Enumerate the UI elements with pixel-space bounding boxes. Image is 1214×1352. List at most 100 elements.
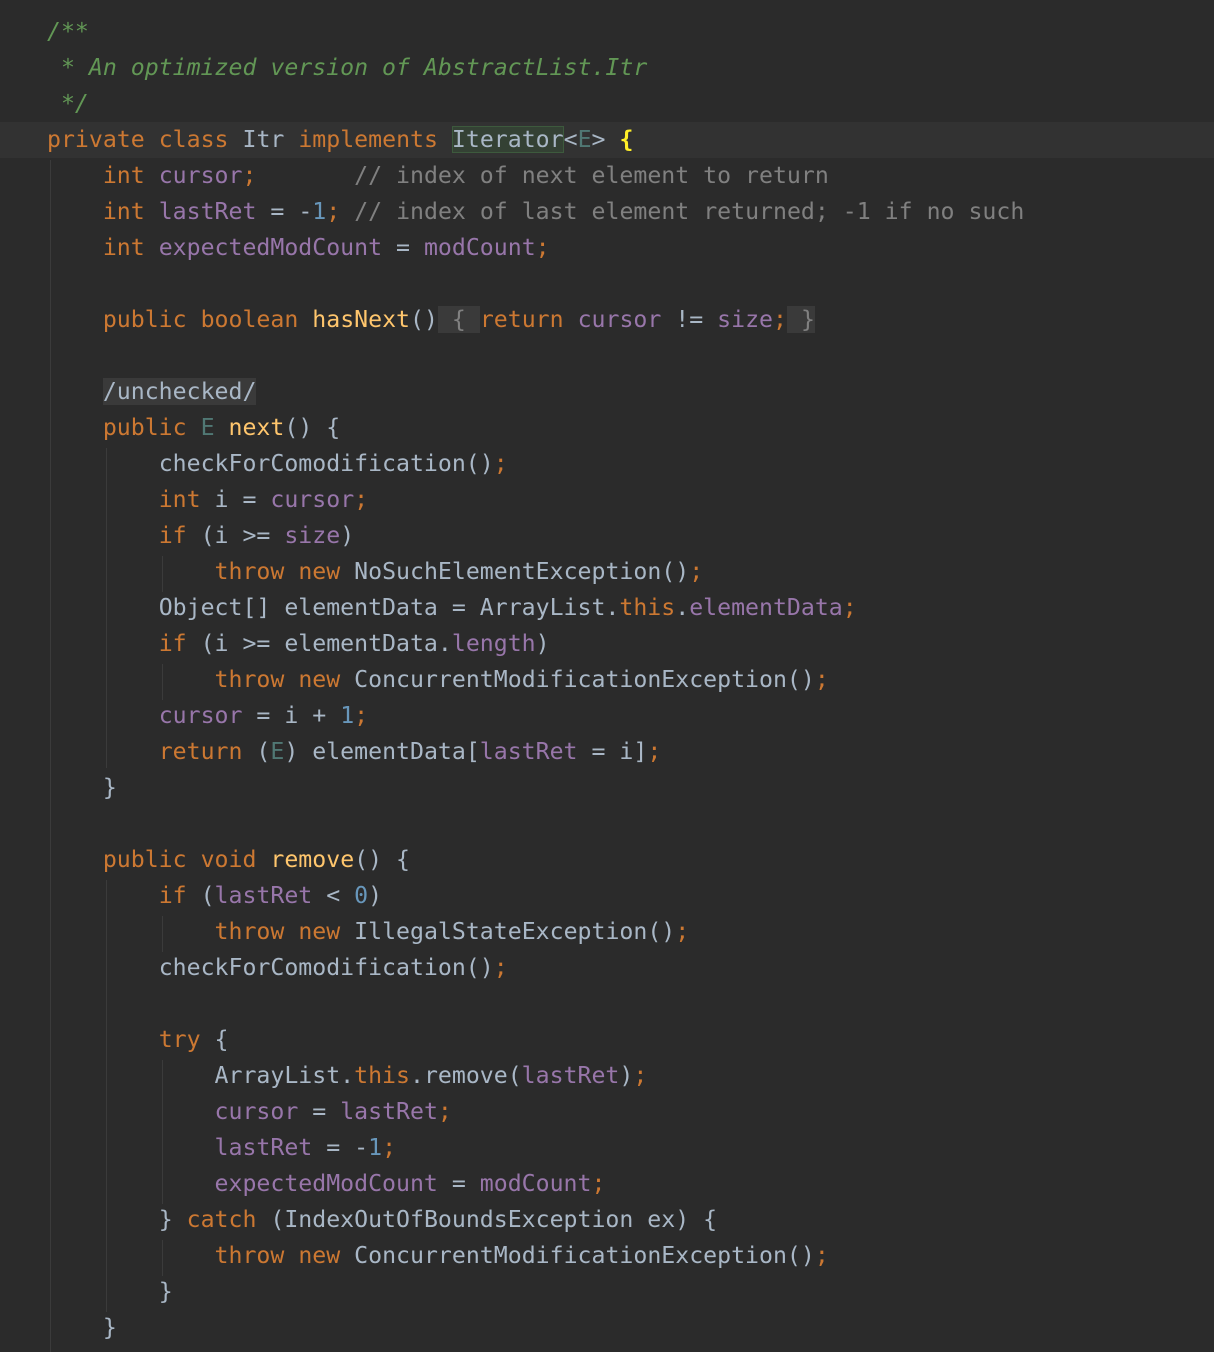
field-reference[interactable]: lastRet bbox=[215, 1134, 313, 1161]
code-line[interactable]: checkForComodification(); bbox=[0, 446, 1214, 482]
code-line[interactable]: throw new ConcurrentModificationExceptio… bbox=[0, 1238, 1214, 1274]
code-line[interactable]: lastRet = -1; bbox=[0, 1130, 1214, 1166]
paren: ( bbox=[186, 882, 215, 909]
field-reference[interactable]: expectedModCount bbox=[215, 1170, 438, 1197]
code-line[interactable]: if (lastRet < 0) bbox=[0, 878, 1214, 914]
method-call[interactable]: .remove( bbox=[410, 1062, 522, 1089]
field-reference[interactable]: length bbox=[452, 630, 536, 657]
folded-brace-open[interactable]: { bbox=[437, 306, 480, 333]
expression: (i >= bbox=[186, 522, 285, 549]
field-reference[interactable]: modCount bbox=[480, 1170, 592, 1197]
code-line[interactable]: } bbox=[0, 770, 1214, 806]
current-code-line[interactable]: private class Itr implements Iterator<E>… bbox=[0, 122, 1214, 158]
exception-constructor[interactable]: ConcurrentModificationException() bbox=[354, 1242, 815, 1269]
field-reference[interactable]: size bbox=[717, 306, 773, 333]
number-literal: 0 bbox=[354, 882, 369, 909]
number-literal: 1 bbox=[340, 702, 355, 729]
parentheses: () { bbox=[354, 846, 410, 873]
method-call[interactable]: checkForComodification() bbox=[159, 450, 494, 477]
field-reference[interactable]: size bbox=[284, 522, 340, 549]
field-reference[interactable]: lastRet bbox=[215, 882, 313, 909]
code-line[interactable]: * An optimized version of AbstractList.I… bbox=[0, 50, 1214, 86]
keyword-new: new bbox=[298, 1242, 341, 1269]
code-line[interactable]: try { bbox=[0, 1022, 1214, 1058]
keyword-throw: throw bbox=[214, 666, 285, 693]
code-line[interactable]: checkForComodification(); bbox=[0, 950, 1214, 986]
matched-brace[interactable]: { bbox=[619, 126, 633, 153]
code-line[interactable]: expectedModCount = modCount; bbox=[0, 1166, 1214, 1202]
field-name[interactable]: lastRet bbox=[159, 198, 257, 225]
field-reference[interactable]: cursor bbox=[159, 702, 243, 729]
code-line[interactable]: public boolean hasNext() { return cursor… bbox=[0, 302, 1214, 338]
field-name[interactable]: expectedModCount bbox=[159, 234, 382, 261]
operator: - bbox=[298, 198, 313, 225]
exception-constructor[interactable]: IllegalStateException() bbox=[354, 918, 675, 945]
code-line[interactable]: public void remove() { bbox=[0, 842, 1214, 878]
semicolon: ; bbox=[647, 738, 662, 765]
keyword-return: return bbox=[158, 738, 243, 765]
semicolon: ; bbox=[382, 1134, 397, 1161]
operator: = bbox=[437, 1170, 480, 1197]
operator: - bbox=[354, 1134, 369, 1161]
field-reference[interactable]: cursor bbox=[215, 1098, 299, 1125]
code-line[interactable]: int i = cursor; bbox=[0, 482, 1214, 518]
code-line[interactable]: if (i >= size) bbox=[0, 518, 1214, 554]
code-line[interactable]: /** bbox=[0, 14, 1214, 50]
expression: ) elementData[ bbox=[284, 738, 480, 765]
keyword-implements: implements bbox=[298, 126, 438, 153]
closing-brace: } bbox=[158, 1278, 173, 1305]
class-name[interactable]: Itr bbox=[242, 126, 284, 153]
field-reference[interactable]: cursor bbox=[578, 306, 662, 333]
code-line[interactable]: if (i >= elementData.length) bbox=[0, 626, 1214, 662]
exception-constructor[interactable]: NoSuchElementException() bbox=[354, 558, 689, 585]
code-line[interactable]: cursor = i + 1; bbox=[0, 698, 1214, 734]
method-name[interactable]: next bbox=[229, 414, 285, 441]
semicolon: ; bbox=[814, 1242, 829, 1269]
closing-brace: } bbox=[102, 774, 117, 801]
paren: ) bbox=[340, 522, 355, 549]
folded-brace-close[interactable]: } bbox=[786, 306, 815, 333]
operator: = bbox=[382, 234, 424, 261]
keyword-int: int bbox=[102, 198, 145, 225]
method-name[interactable]: remove bbox=[270, 846, 354, 873]
field-reference[interactable]: modCount bbox=[424, 234, 536, 261]
expression: ArrayList. bbox=[214, 1062, 355, 1089]
code-line[interactable]: ArrayList.this.remove(lastRet); bbox=[0, 1058, 1214, 1094]
method-call[interactable]: checkForComodification() bbox=[159, 954, 494, 981]
exception-constructor[interactable]: ConcurrentModificationException() bbox=[354, 666, 815, 693]
paren: ) bbox=[535, 630, 550, 657]
code-line[interactable]: int cursor; // index of next element to … bbox=[0, 158, 1214, 194]
code-line[interactable]: throw new IllegalStateException(); bbox=[0, 914, 1214, 950]
field-reference[interactable]: lastRet bbox=[522, 1062, 620, 1089]
code-line[interactable]: public E next() { bbox=[0, 410, 1214, 446]
code-line[interactable]: } bbox=[0, 1274, 1214, 1310]
code-line[interactable]: } bbox=[0, 1310, 1214, 1346]
closing-brace: } bbox=[102, 1314, 117, 1341]
keyword-void: void bbox=[200, 846, 257, 873]
code-line[interactable]: */ bbox=[0, 86, 1214, 122]
field-reference[interactable]: elementData bbox=[689, 594, 843, 621]
folded-annotation[interactable]: /unchecked/ bbox=[102, 378, 257, 405]
code-line[interactable]: throw new ConcurrentModificationExceptio… bbox=[0, 662, 1214, 698]
field-reference[interactable]: lastRet bbox=[480, 738, 578, 765]
code-line[interactable]: Object[] elementData = ArrayList.this.el… bbox=[0, 590, 1214, 626]
code-line[interactable]: } catch (IndexOutOfBoundsException ex) { bbox=[0, 1202, 1214, 1238]
code-editor[interactable]: /** * An optimized version of AbstractLi… bbox=[0, 0, 1214, 1352]
code-line[interactable]: return (E) elementData[lastRet = i]; bbox=[0, 734, 1214, 770]
field-name[interactable]: cursor bbox=[159, 162, 243, 189]
method-name[interactable]: hasNext bbox=[312, 306, 410, 333]
keyword-throw: throw bbox=[214, 558, 285, 585]
operator: < bbox=[312, 882, 355, 909]
highlighted-identifier[interactable]: Iterator bbox=[451, 126, 564, 153]
number-literal: 1 bbox=[312, 198, 327, 225]
code-line[interactable]: /unchecked/ bbox=[0, 374, 1214, 410]
field-reference[interactable]: lastRet bbox=[340, 1098, 438, 1125]
keyword-new: new bbox=[298, 666, 341, 693]
code-line[interactable]: throw new NoSuchElementException(); bbox=[0, 554, 1214, 590]
declaration: Object[] elementData = ArrayList. bbox=[158, 594, 620, 621]
code-line[interactable]: cursor = lastRet; bbox=[0, 1094, 1214, 1130]
code-line[interactable]: int lastRet = -1; // index of last eleme… bbox=[0, 194, 1214, 230]
field-reference[interactable]: cursor bbox=[270, 486, 354, 513]
semicolon: ; bbox=[354, 486, 369, 513]
code-line[interactable]: int expectedModCount = modCount; bbox=[0, 230, 1214, 266]
